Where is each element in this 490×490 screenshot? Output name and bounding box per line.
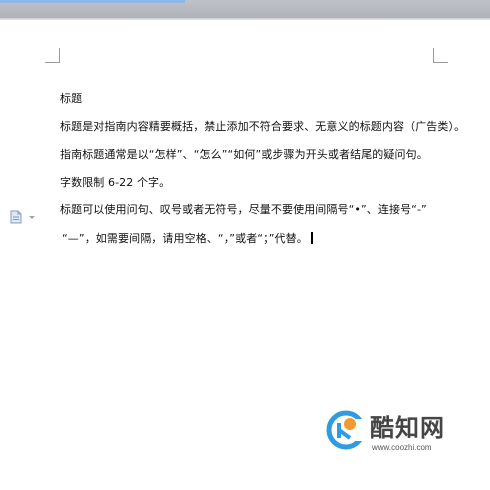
coozhi-logo-icon [326, 410, 366, 450]
doc-paragraph-4[interactable]: 标题可以使用问句、叹号或者无符号，尽量不要使用间隔号“•”、连接号“-” [60, 203, 427, 217]
margin-corner-top-right [433, 48, 448, 63]
active-tab-indicator[interactable] [0, 0, 185, 3]
doc-paragraph-4-cont-text: “—”，如需要间隔，请用空格、“，”或者“；”代替。 [62, 232, 308, 245]
document-icon [10, 210, 35, 224]
window-top-bar [0, 0, 490, 20]
doc-paragraph-2[interactable]: 指南标题通常是以“怎样”、“怎么”“如何”或步骤为开头或者结尾的疑问句。 [60, 148, 428, 162]
margin-corner-top-left [45, 48, 60, 63]
chevron-down-icon [29, 216, 35, 219]
site-watermark: 酷知网 www.coozhi.com [320, 398, 480, 460]
doc-heading[interactable]: 标题 [60, 92, 82, 106]
text-caret [310, 232, 313, 244]
doc-paragraph-1[interactable]: 标题是对指南内容精要概括，禁止添加不符合要求、无意义的标题内容（广告类）。 [60, 120, 465, 134]
watermark-name: 酷知网 [370, 414, 445, 442]
paragraph-marker[interactable] [9, 209, 39, 224]
watermark-url: www.coozhi.com [372, 443, 432, 452]
doc-paragraph-4-cont[interactable]: “—”，如需要间隔，请用空格、“，”或者“；”代替。 [62, 232, 313, 246]
doc-paragraph-3[interactable]: 字数限制 6-22 个字。 [60, 176, 170, 190]
